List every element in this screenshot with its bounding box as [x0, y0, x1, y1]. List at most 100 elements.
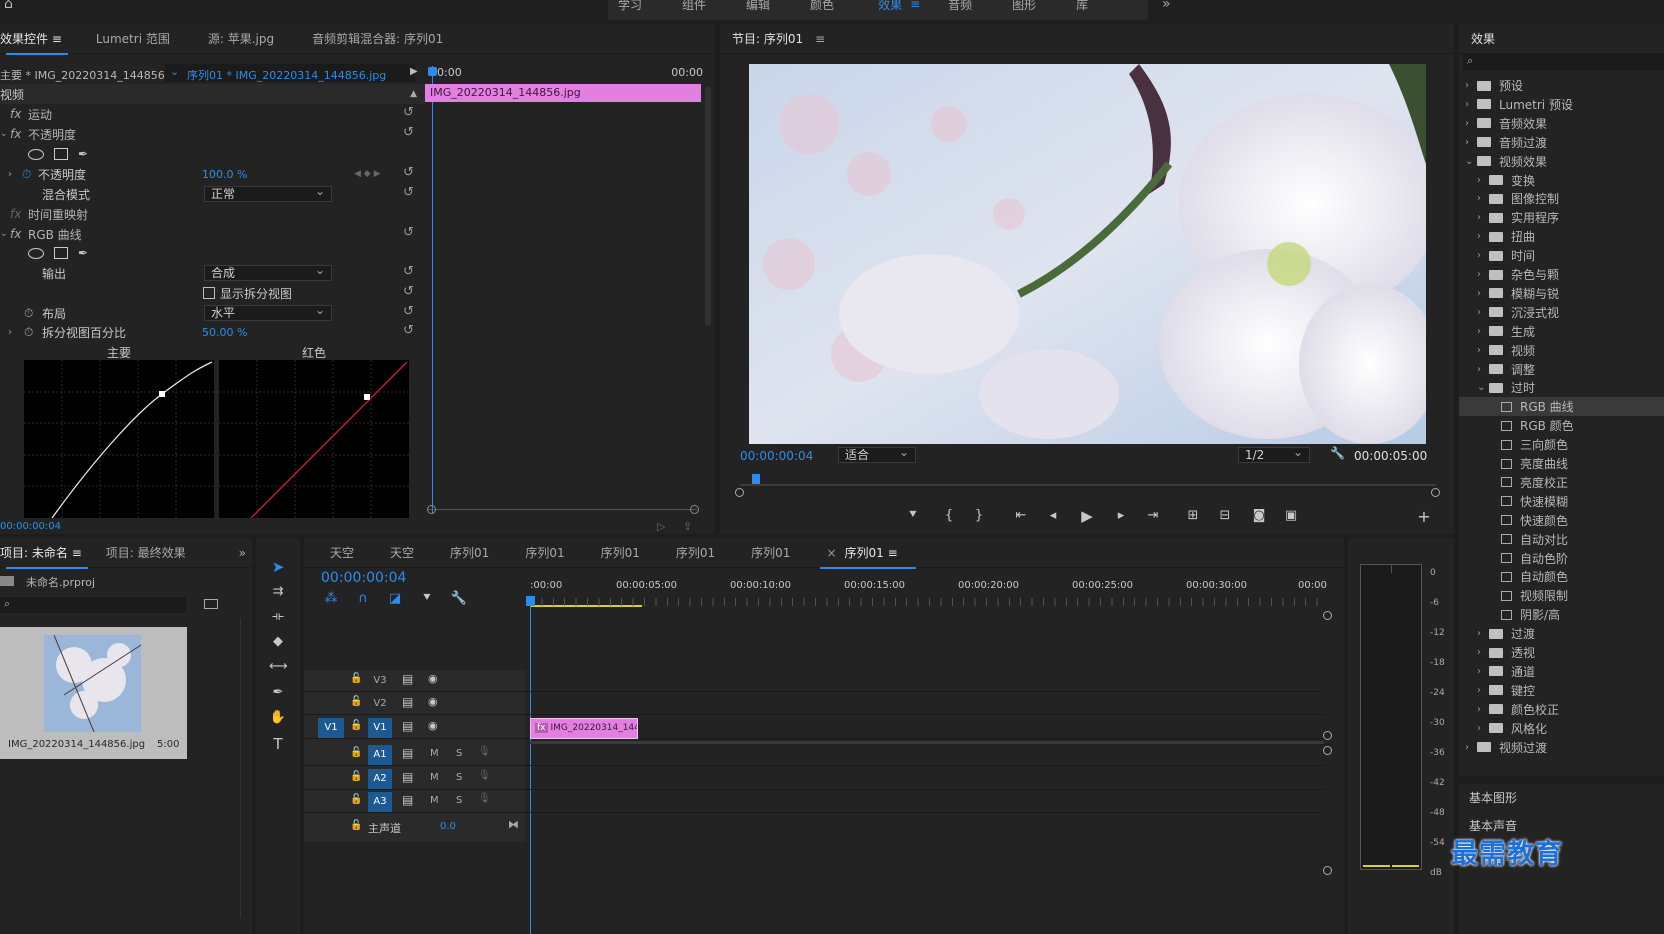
ellipse-mask-icon[interactable]: [28, 247, 44, 259]
tab-audio-clip-mixer[interactable]: 音频剪辑混合器: 序列01: [300, 30, 455, 47]
slip-tool-icon[interactable]: ⟷: [269, 658, 288, 676]
mute-button[interactable]: M: [430, 772, 439, 783]
settings-wrench-icon[interactable]: 🔧: [1330, 446, 1345, 460]
hand-tool-icon[interactable]: ✋: [269, 709, 287, 727]
effects-tree-item[interactable]: 快速颜色: [1489, 511, 1568, 530]
keyframe-nav-icon[interactable]: ◀ ◆ ▶: [354, 169, 381, 179]
effects-tree-item[interactable]: 自动对比: [1489, 530, 1568, 549]
effect-opacity-row[interactable]: ⌄ fx 不透明度 ↺: [0, 124, 425, 144]
timeline-tab[interactable]: 序列01: [739, 544, 814, 561]
timeline-tab[interactable]: × 序列01 ≡: [814, 544, 921, 569]
comparison-view-icon[interactable]: ▣: [1282, 507, 1300, 525]
effects-tree-item[interactable]: › 过渡: [1477, 624, 1535, 643]
effects-tree-item[interactable]: › 颜色校正: [1477, 700, 1559, 719]
split-view-checkbox[interactable]: [203, 287, 215, 299]
add-marker-icon[interactable]: ⯆: [418, 590, 436, 608]
track-target-toggle[interactable]: A1: [368, 745, 392, 765]
timeline-ruler[interactable]: :00:00 00:00:05:00 00:00:10:00 00:00:15:00 0…: [530, 578, 1328, 610]
pen-mask-icon[interactable]: ✒: [78, 246, 88, 260]
reset-icon[interactable]: ↺: [403, 324, 417, 338]
play-triangle-icon[interactable]: ▶: [410, 66, 418, 77]
track-select-tool-icon[interactable]: ⇉: [269, 583, 287, 601]
chevron-right-icon[interactable]: ›: [1477, 231, 1489, 242]
timeline-tab[interactable]: 天空: [378, 544, 438, 561]
effects-tree-item[interactable]: › 视频过渡: [1465, 738, 1547, 757]
panel-menu-icon[interactable]: ≡: [52, 32, 62, 46]
pen-mask-icon[interactable]: ✒: [78, 147, 88, 161]
chevron-right-icon[interactable]: ›: [1477, 175, 1489, 186]
time-remap-row[interactable]: fx 时间重映射: [0, 204, 425, 224]
effects-tree-item[interactable]: › 生成: [1477, 322, 1535, 341]
master-track-value[interactable]: 0.0: [440, 821, 456, 832]
sync-lock-icon[interactable]: ▤: [402, 770, 413, 784]
effects-tree-item[interactable]: › 杂色与颗: [1477, 265, 1559, 284]
program-monitor-title[interactable]: 节目: 序列01: [720, 30, 815, 47]
effects-tree-item[interactable]: › 风格化: [1477, 719, 1547, 738]
microphone-icon[interactable]: 🎙: [478, 770, 491, 781]
effects-tree-item[interactable]: › 预设: [1465, 76, 1523, 95]
reset-icon[interactable]: ↺: [403, 226, 417, 240]
tab-project-final[interactable]: 项目: 最终效果: [94, 544, 198, 561]
workspace-tab-assembly[interactable]: 组件: [662, 0, 726, 13]
mark-in-icon[interactable]: {: [940, 507, 958, 525]
curve-red-graph[interactable]: [219, 360, 409, 518]
tab-lumetri-scopes[interactable]: Lumetri 范围: [84, 30, 182, 47]
filter-icon[interactable]: ▷: [657, 520, 665, 533]
track-row[interactable]: 🔓 A1 ▤ M S 🎙: [304, 744, 1324, 766]
resolution-select[interactable]: 1/2: [1238, 445, 1310, 463]
eye-icon[interactable]: ◉: [428, 672, 438, 685]
pm-scrub-right-handle[interactable]: [1431, 488, 1440, 497]
chevron-right-icon[interactable]: ›: [1465, 137, 1477, 148]
microphone-icon[interactable]: 🎙: [478, 746, 491, 757]
effects-tree-item[interactable]: › 时间: [1477, 246, 1535, 265]
tab-effect-controls[interactable]: 效果控件 ≡: [0, 30, 74, 55]
mute-button[interactable]: M: [430, 795, 439, 806]
panel-menu-icon[interactable]: ≡: [884, 546, 898, 560]
chevron-right-icon[interactable]: ›: [1477, 326, 1489, 337]
effects-tree-item[interactable]: › 视频: [1477, 341, 1535, 360]
chevron-right-icon[interactable]: ›: [1477, 704, 1489, 715]
rectangle-mask-icon[interactable]: [54, 148, 68, 160]
track-target-toggle[interactable]: A2: [368, 769, 392, 789]
chevron-down-icon[interactable]: ⌄: [1465, 156, 1477, 167]
effects-tree-item[interactable]: › 通道: [1477, 662, 1535, 681]
chevron-right-icon[interactable]: ›: [1477, 647, 1489, 658]
workspace-tab-effects[interactable]: 效果: [854, 0, 910, 13]
track-row[interactable]: 🔓 A3 ▤ M S 🎙: [304, 791, 1324, 813]
essential-graphics-tab[interactable]: 基本图形: [1469, 789, 1517, 806]
track-target-toggle[interactable]: V2: [368, 694, 392, 714]
panel-menu-icon[interactable]: ≡: [815, 32, 825, 46]
effects-tree-item[interactable]: › 模糊与锐: [1477, 284, 1559, 303]
effect-rgb-curves-row[interactable]: ⌄ fx RGB 曲线 ↺: [0, 224, 425, 244]
fit-select[interactable]: 适合: [838, 445, 916, 463]
collapse-up-icon[interactable]: ▲: [410, 89, 417, 99]
effects-tree-item[interactable]: › 实用程序: [1477, 208, 1559, 227]
workspace-tab-editing[interactable]: 编辑: [726, 0, 790, 13]
effects-tree-item[interactable]: › 变换: [1477, 171, 1535, 190]
effects-tree-item[interactable]: RGB 曲线: [1459, 397, 1664, 417]
effects-search-input[interactable]: ⌕: [1463, 54, 1664, 70]
workspace-menu-icon[interactable]: ≡: [910, 0, 938, 11]
track-row[interactable]: 🔓 V1 ▤ ◉: [304, 717, 1324, 739]
lock-icon[interactable]: 🔓: [350, 696, 362, 707]
workspace-more-icon[interactable]: »: [1162, 0, 1171, 12]
effects-tree-item[interactable]: › 图像控制: [1477, 189, 1559, 208]
ec-playhead-handle[interactable]: [428, 67, 437, 76]
effects-tree-item[interactable]: ⌄ 视频效果: [1465, 152, 1547, 171]
chevron-right-icon[interactable]: ›: [1477, 685, 1489, 696]
extract-icon[interactable]: ⊟: [1216, 507, 1234, 525]
stopwatch-icon[interactable]: ⏱: [22, 167, 38, 182]
button-editor-add-icon[interactable]: +: [1415, 508, 1433, 526]
chevron-right-icon[interactable]: ›: [1477, 628, 1489, 639]
close-icon[interactable]: ×: [826, 546, 836, 560]
timeline-tab[interactable]: 序列01: [664, 544, 739, 561]
timeline-playhead-handle[interactable]: [526, 596, 535, 606]
sync-lock-icon[interactable]: ▤: [402, 672, 413, 686]
opacity-value[interactable]: 100.0 %: [202, 168, 247, 181]
effects-tree-item[interactable]: 三向颜色: [1489, 435, 1568, 454]
reset-icon[interactable]: ↺: [403, 285, 417, 299]
chevron-down-icon[interactable]: ⌄: [0, 129, 10, 139]
timeline-tab[interactable]: 序列01: [589, 544, 664, 561]
effects-tree-item[interactable]: RGB 颜色: [1489, 416, 1574, 435]
source-patch-v1[interactable]: V1: [318, 718, 344, 738]
